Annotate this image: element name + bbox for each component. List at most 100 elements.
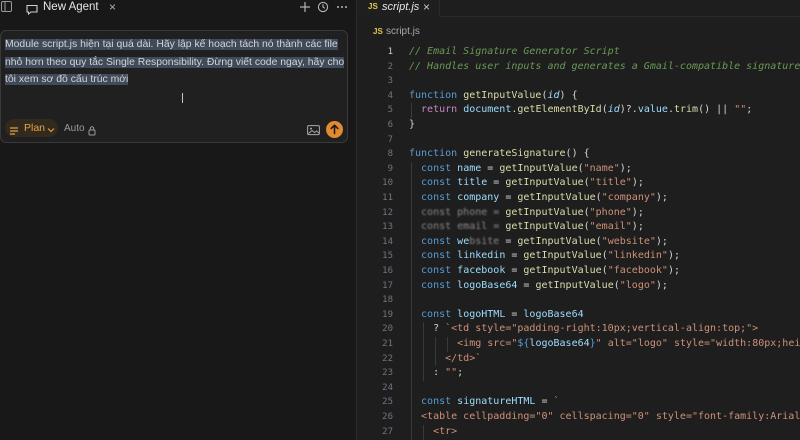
agent-tab-bar: New Agent × bbox=[0, 0, 356, 16]
code-token: ; bbox=[746, 104, 753, 116]
code-token: = bbox=[499, 192, 518, 203]
code-line: const facebook = getInputValue("facebook… bbox=[409, 264, 680, 279]
code-token: name bbox=[457, 162, 482, 174]
indent-guide bbox=[435, 337, 436, 367]
code-token: facebook bbox=[457, 265, 506, 276]
line-number: 1 bbox=[387, 47, 393, 57]
arrow-up-icon bbox=[330, 124, 339, 135]
code-token: signatureHTML bbox=[457, 396, 536, 408]
code-token: linkedin bbox=[457, 250, 506, 262]
code-token: = bbox=[487, 177, 506, 189]
code-token: const phone = bbox=[409, 206, 506, 218]
line-number: 12 bbox=[382, 207, 393, 218]
close-editor-tab-button[interactable]: × bbox=[423, 0, 430, 14]
code-token: ); bbox=[655, 279, 668, 291]
code-token: const bbox=[409, 250, 458, 262]
code-token: id bbox=[547, 89, 560, 101]
line-number: 13 bbox=[382, 222, 393, 233]
code-token: const bbox=[409, 177, 458, 189]
code-token: "website" bbox=[601, 235, 656, 247]
code-token: ? bbox=[409, 323, 446, 335]
code-line: return document.getElementById(id)?.valu… bbox=[409, 103, 752, 118]
code-token: ` bbox=[553, 396, 560, 408]
more-options-icon[interactable] bbox=[336, 0, 348, 14]
prompt-input[interactable]: Module script.js hiện tại quá dài. Hãy l… bbox=[5, 36, 345, 89]
line-number: 9 bbox=[387, 163, 393, 174]
code-token: getInputValue bbox=[463, 89, 542, 101]
code-token: logoHTML bbox=[457, 308, 506, 320]
code-token: function bbox=[409, 148, 464, 160]
tab-script-js[interactable]: JS script.js × bbox=[357, 0, 440, 16]
code-token: const email = bbox=[409, 221, 506, 233]
code-token: <tr> bbox=[409, 425, 458, 437]
tab-label: New Agent bbox=[43, 1, 99, 13]
history-clock-icon[interactable] bbox=[317, 0, 329, 14]
javascript-file-icon: JS bbox=[368, 2, 378, 11]
code-token: () || bbox=[698, 104, 735, 116]
javascript-file-icon: JS bbox=[373, 27, 383, 36]
code-token: )?. bbox=[619, 104, 638, 116]
code-token: <img src=" bbox=[409, 338, 518, 349]
code-line: const logoHTML = logoBase64 bbox=[409, 308, 584, 323]
line-number: 5 bbox=[387, 105, 393, 116]
code-token: ); bbox=[655, 192, 668, 203]
code-token: getElementById bbox=[517, 104, 602, 116]
code-token: generateSignature bbox=[463, 148, 566, 160]
code-token: getInputValue bbox=[505, 221, 584, 233]
line-number: 4 bbox=[387, 90, 393, 101]
code-token: = bbox=[505, 265, 524, 276]
code-token: ); bbox=[619, 162, 632, 174]
line-number: 11 bbox=[382, 193, 393, 203]
code-line: const website = getInputValue("website")… bbox=[409, 235, 668, 250]
agent-panel: New Agent × Module script.js hiện tại qu… bbox=[0, 0, 356, 440]
code-token: value bbox=[637, 104, 668, 116]
code-token: // Handles user inputs and generates a G… bbox=[409, 60, 800, 72]
code-token: "phone" bbox=[589, 206, 632, 218]
line-number: 16 bbox=[382, 266, 393, 276]
code-token: getInputValue bbox=[505, 206, 584, 218]
code-line: <table cellpadding="0" cellspacing="0" s… bbox=[409, 410, 800, 425]
code-token: company bbox=[457, 192, 500, 203]
prompt-composer[interactable]: Module script.js hiện tại quá dài. Hãy l… bbox=[0, 30, 348, 143]
mode-label: Plan bbox=[24, 122, 46, 134]
close-tab-button[interactable]: × bbox=[109, 0, 116, 14]
prompt-text: Module script.js hiện tại quá dài. Hãy l… bbox=[5, 39, 345, 85]
line-number: 22 bbox=[382, 353, 393, 364]
code-token: ); bbox=[655, 235, 668, 247]
code-editor: JS script.js × JS script.js 1 2 3 4 5 6 7 8 9 10 1… bbox=[357, 0, 800, 440]
breadcrumb-file[interactable]: script.js bbox=[386, 26, 420, 38]
code-line: const email = getInputValue("email"); bbox=[409, 220, 644, 235]
line-number: 19 bbox=[382, 309, 393, 320]
code-token: () { bbox=[565, 148, 590, 160]
new-agent-plus-icon[interactable] bbox=[299, 0, 311, 14]
code-token: ) { bbox=[559, 89, 578, 101]
code-line: const linkedin = getInputValue("linkedin… bbox=[409, 249, 680, 264]
code-token: title bbox=[457, 177, 488, 189]
code-line: const company = getInputValue("company")… bbox=[409, 191, 668, 206]
line-number: 20 bbox=[382, 324, 393, 335]
line-number: 8 bbox=[387, 149, 393, 160]
line-number: 14 bbox=[382, 236, 393, 247]
code-token: return bbox=[409, 104, 464, 116]
code-token: "" bbox=[445, 367, 458, 379]
attach-image-icon[interactable] bbox=[307, 123, 320, 136]
mode-select[interactable]: Plan bbox=[5, 119, 58, 137]
indent-guide bbox=[411, 103, 412, 118]
line-number: 6 bbox=[387, 120, 393, 130]
code-line: const name = getInputValue("name"); bbox=[409, 162, 632, 177]
code-token: const bbox=[409, 308, 458, 320]
code-area[interactable]: // Email Signature Generator Script // Ha… bbox=[409, 45, 800, 440]
code-token: ); bbox=[667, 265, 680, 276]
code-line: function generateSignature() { bbox=[409, 147, 590, 162]
line-number: 24 bbox=[382, 382, 393, 393]
code-line: } bbox=[409, 118, 415, 133]
send-button[interactable] bbox=[326, 121, 343, 138]
code-token: `<td style="padding-right:10px;vertical-… bbox=[445, 323, 759, 335]
indent-guide bbox=[411, 161, 412, 440]
code-token: </td>` bbox=[409, 352, 482, 364]
code-token: <table cellpadding="0" cellspacing="0" s… bbox=[421, 411, 800, 422]
code-line: // Email Signature Generator Script bbox=[409, 45, 620, 60]
sidebar-toggle-icon[interactable] bbox=[1, 0, 13, 14]
tab-new-agent[interactable]: New Agent × bbox=[18, 0, 124, 16]
code-token: ; bbox=[457, 367, 464, 379]
